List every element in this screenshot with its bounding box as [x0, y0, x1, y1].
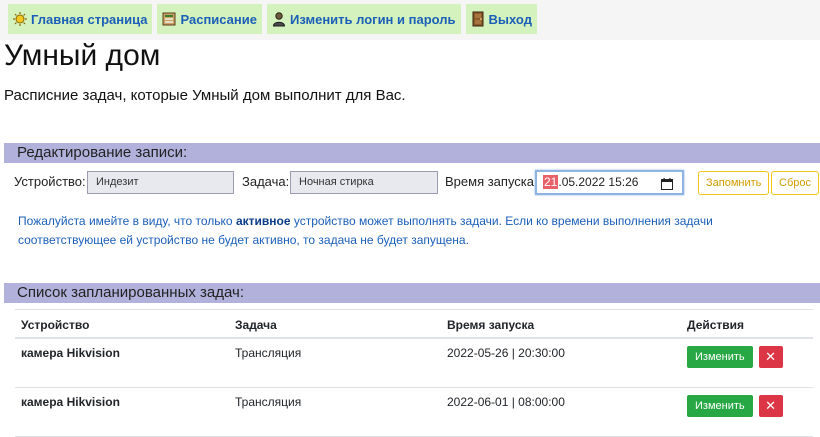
- tasks-table: Устройство Задача Время запуска Действия…: [15, 309, 813, 437]
- table-row: камера Hikvision Трансляция 2022-06-01 |…: [15, 387, 813, 437]
- nav-schedule-link[interactable]: Расписание: [157, 4, 262, 34]
- note-text-1: Пожалуйста имейте в виду, что только: [18, 214, 236, 228]
- row-task: Трансляция: [229, 338, 441, 388]
- calendar-icon[interactable]: [661, 176, 673, 190]
- table-header-row: Устройство Задача Время запуска Действия: [15, 309, 813, 339]
- nav-home-label: Главная страница: [31, 11, 148, 27]
- info-note: Пожалуйста имейте в виду, что только акт…: [18, 212, 738, 250]
- schedule-icon: [162, 11, 176, 27]
- edit-section-header: Редактирование записи:: [4, 143, 820, 163]
- device-label: Устройство:: [14, 174, 86, 189]
- row-time: 2022-05-26 | 20:30:00: [441, 338, 681, 388]
- nav-logout-label: Выход: [488, 11, 532, 27]
- datetime-rest: .05.2022 15:26: [558, 175, 639, 189]
- user-icon: [272, 11, 286, 27]
- note-bold: активное: [235, 214, 291, 228]
- delete-button[interactable]: ✕: [758, 394, 783, 417]
- header-time: Время запуска: [441, 309, 681, 339]
- time-label: Время запуска:: [445, 174, 538, 189]
- header-device: Устройство: [15, 309, 229, 339]
- sun-icon: [13, 11, 27, 27]
- door-icon: [471, 11, 485, 27]
- row-task: Трансляция: [229, 387, 441, 437]
- delete-button[interactable]: ✕: [758, 346, 783, 368]
- page-title: Умный дом: [4, 39, 161, 72]
- row-actions: Изменить ✕: [681, 338, 813, 388]
- datetime-selected-segment: 21: [543, 175, 559, 189]
- edit-form: Устройство: Индезит Задача: Ночная стирк…: [0, 170, 820, 196]
- nav-credentials-label: Изменить логин и пароль: [289, 11, 456, 27]
- header-task: Задача: [229, 309, 441, 339]
- row-device: камера Hikvision: [15, 338, 229, 388]
- header-actions: Действия: [681, 309, 813, 339]
- top-bar: Главная страница Расписание Изменить лог…: [0, 0, 820, 40]
- task-label: Задача:: [242, 174, 290, 189]
- edit-button[interactable]: Изменить: [687, 394, 753, 417]
- row-device: камера Hikvision: [15, 387, 229, 437]
- datetime-input[interactable]: 21.05.2022 15:26: [535, 170, 684, 195]
- table-row: камера Hikvision Трансляция 2022-05-26 |…: [15, 338, 813, 388]
- row-time: 2022-06-01 | 08:00:00: [441, 387, 681, 437]
- row-actions: Изменить ✕: [681, 387, 813, 437]
- nav-credentials-link[interactable]: Изменить логин и пароль: [266, 4, 461, 34]
- task-field[interactable]: Ночная стирка: [290, 171, 438, 194]
- main-nav: Главная страница Расписание Изменить лог…: [8, 4, 537, 34]
- edit-button[interactable]: Изменить: [687, 346, 753, 368]
- page-subtitle: Расписние задач, которые Умный дом выпол…: [4, 87, 406, 104]
- save-button[interactable]: Запомнить: [698, 171, 770, 195]
- nav-home-link[interactable]: Главная страница: [8, 4, 153, 34]
- list-section-header: Список запланированных задач:: [4, 283, 820, 303]
- nav-schedule-label: Расписание: [180, 11, 257, 27]
- reset-button[interactable]: Сброс: [771, 171, 819, 195]
- device-field[interactable]: Индезит: [87, 171, 234, 194]
- nav-logout-link[interactable]: Выход: [465, 4, 537, 34]
